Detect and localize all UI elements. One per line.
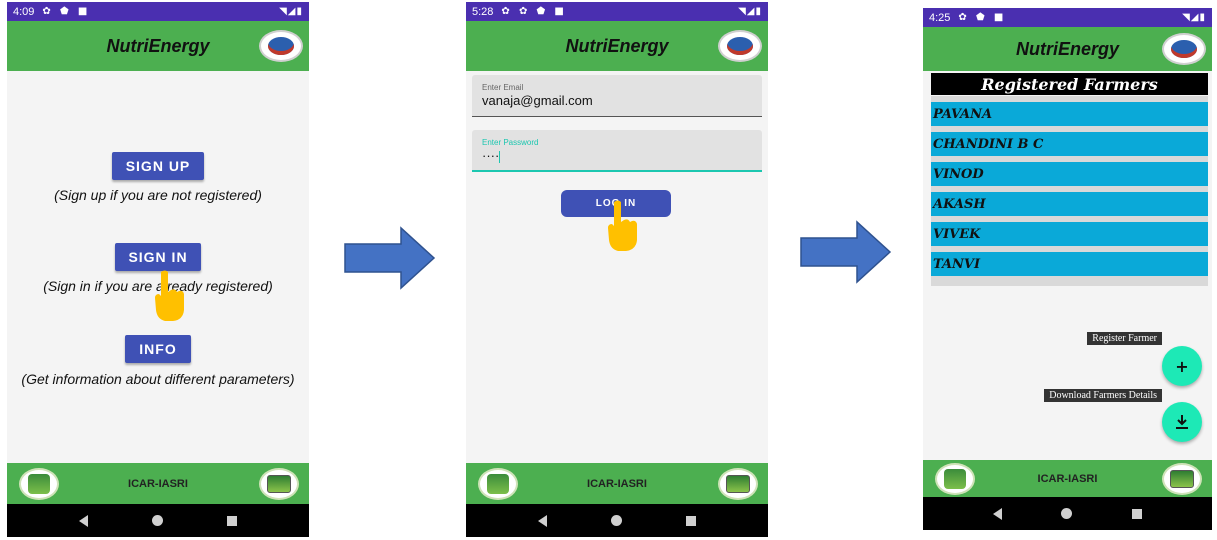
recents-nav-icon[interactable]	[227, 515, 237, 526]
sign-in-button[interactable]: SIGN IN	[115, 243, 201, 271]
status-time: 4:25	[929, 11, 951, 24]
download-icon	[1176, 415, 1188, 429]
android-nav-bar	[923, 497, 1212, 530]
register-farmer-button[interactable]: +	[1162, 346, 1202, 386]
download-details-label: Download Farmers Details	[1044, 389, 1162, 402]
institute-logo-icon	[259, 30, 303, 62]
icar-logo-icon	[19, 468, 59, 500]
app-title: NutriEnergy	[106, 35, 210, 56]
android-nav-bar	[7, 504, 309, 537]
farmer-row[interactable]: PAVANA	[931, 102, 1208, 126]
icar-logo-icon	[935, 463, 975, 495]
notification-icons: ✿ ⬟ ■	[42, 6, 91, 17]
iasri-logo-icon	[1162, 463, 1202, 495]
status-time: 4:09	[13, 5, 35, 18]
footer-bar: ICAR-IASRI	[923, 460, 1212, 497]
icar-logo-icon	[478, 468, 518, 500]
home-nav-icon[interactable]	[611, 515, 622, 526]
footer-text: ICAR-IASRI	[1037, 472, 1098, 485]
status-bar: 5:28 ✿ ✿ ⬟ ■ ◥◢▮	[466, 2, 768, 21]
status-bar: 4:25 ✿ ⬟ ■ ◥◢▮	[923, 8, 1212, 27]
institute-logo-icon	[718, 30, 762, 62]
iasri-logo-icon	[718, 468, 758, 500]
android-nav-bar	[466, 504, 768, 537]
footer-text: ICAR-IASRI	[587, 478, 647, 490]
notification-icons: ✿ ✿ ⬟ ■	[501, 6, 567, 17]
phone-farmers-screen: 4:25 ✿ ⬟ ■ ◥◢▮ NutriEnergy Registered Fa…	[923, 8, 1212, 530]
recents-nav-icon[interactable]	[686, 515, 696, 526]
info-caption: (Get information about different paramet…	[21, 371, 295, 387]
back-nav-icon[interactable]	[992, 507, 1002, 520]
status-bar: 4:09 ✿ ⬟ ■ ◥◢▮	[7, 2, 309, 21]
iasri-logo-icon	[259, 468, 299, 500]
app-bar: NutriEnergy	[466, 21, 768, 71]
sign-up-button[interactable]: SIGN UP	[112, 152, 204, 180]
email-field[interactable]: Enter Email vanaja@gmail.com	[472, 75, 762, 117]
footer-text: ICAR-IASRI	[128, 478, 188, 490]
farmer-row[interactable]: VIVEK	[931, 222, 1208, 246]
list-title: Registered Farmers	[931, 73, 1208, 95]
back-nav-icon[interactable]	[538, 514, 547, 527]
farmer-list: PAVANA CHANDINI B C VINOD AKASH VIVEK TA…	[931, 96, 1208, 286]
back-nav-icon[interactable]	[79, 514, 88, 527]
recents-nav-icon[interactable]	[1132, 508, 1143, 519]
phone-home-screen: 4:09 ✿ ⬟ ■ ◥◢▮ NutriEnergy SIGN UP (Sign…	[7, 2, 309, 537]
download-farmers-button[interactable]	[1162, 402, 1202, 442]
farmer-row[interactable]: AKASH	[931, 192, 1208, 216]
password-label: Enter Password	[482, 138, 539, 147]
farmer-row[interactable]: TANVI	[931, 252, 1208, 276]
signal-battery-icon: ◥◢▮	[738, 6, 762, 17]
password-value: ····	[482, 148, 500, 163]
app-title: NutriEnergy	[1015, 38, 1120, 59]
signal-battery-icon: ◥◢▮	[279, 6, 303, 17]
workflow-stage: 4:09 ✿ ⬟ ■ ◥◢▮ NutriEnergy SIGN UP (Sign…	[0, 0, 1217, 540]
signal-battery-icon: ◥◢▮	[1182, 12, 1206, 23]
info-button[interactable]: INFO	[125, 335, 191, 363]
app-bar: NutriEnergy	[923, 27, 1212, 71]
tap-hand-icon	[608, 200, 637, 251]
app-bar: NutriEnergy	[7, 21, 309, 71]
text-cursor	[499, 150, 501, 163]
tap-hand-icon	[155, 270, 184, 321]
home-nav-icon[interactable]	[1061, 508, 1073, 519]
notification-icons: ✿ ⬟ ■	[958, 12, 1007, 23]
footer-bar: ICAR-IASRI	[466, 463, 768, 505]
status-time: 5:28	[472, 5, 494, 18]
sign-up-caption: (Sign up if you are not registered)	[54, 187, 262, 203]
farmer-row[interactable]: VINOD	[931, 162, 1208, 186]
email-label: Enter Email	[482, 83, 524, 92]
footer-bar: ICAR-IASRI	[7, 463, 309, 505]
app-title: NutriEnergy	[565, 35, 669, 56]
institute-logo-icon	[1162, 33, 1206, 65]
arrow-right-icon	[800, 220, 892, 284]
phone-login-screen: 5:28 ✿ ✿ ⬟ ■ ◥◢▮ NutriEnergy Enter Email…	[466, 2, 768, 537]
register-farmer-label: Register Farmer	[1087, 332, 1162, 345]
plus-icon: +	[1175, 356, 1189, 376]
email-value: vanaja@gmail.com	[482, 93, 593, 108]
home-nav-icon[interactable]	[152, 515, 163, 526]
password-field[interactable]: Enter Password ····	[472, 130, 762, 172]
farmer-row[interactable]: CHANDINI B C	[931, 132, 1208, 156]
arrow-right-icon	[344, 226, 436, 290]
